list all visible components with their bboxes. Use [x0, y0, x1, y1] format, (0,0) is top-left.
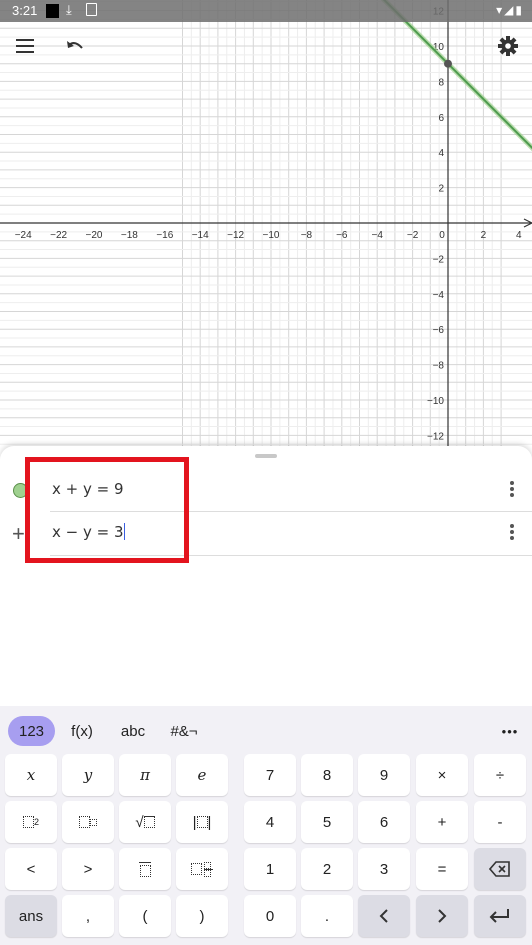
key-right-arrow[interactable] — [416, 895, 468, 937]
x-tick-label: −8 — [301, 230, 313, 241]
y-tick-label: −8 — [433, 361, 445, 372]
x-tick-label: −22 — [50, 230, 67, 241]
y-tick-label: 8 — [438, 77, 444, 88]
key-power[interactable] — [62, 801, 114, 843]
y-tick-label: 2 — [438, 184, 444, 195]
undo-button[interactable] — [55, 26, 95, 66]
key-5[interactable]: 5 — [301, 801, 353, 843]
x-tick-label: −10 — [263, 230, 280, 241]
key-ans[interactable]: ans — [5, 895, 57, 937]
y-tick-label: −6 — [433, 325, 445, 336]
status-bar: 3:21 ⤓ ▾◢▮ — [0, 0, 532, 22]
undo-icon — [67, 41, 83, 49]
download-icon: ⤓ — [66, 2, 72, 17]
x-tick-label: −20 — [86, 230, 103, 241]
x-tick-label: −4 — [371, 230, 383, 241]
key-mixed-fraction[interactable] — [176, 848, 228, 890]
key-open-paren[interactable]: ( — [119, 895, 171, 937]
chevron-left-icon — [379, 909, 388, 923]
y-tick-label: −4 — [433, 290, 445, 301]
key-8[interactable]: 8 — [301, 754, 353, 796]
key-enter[interactable] — [474, 895, 526, 937]
x-tick-label: 0 — [439, 230, 445, 241]
y-tick-label: −10 — [427, 396, 444, 407]
x-tick-label: −6 — [336, 230, 348, 241]
row-1-more-icon[interactable] — [508, 478, 516, 500]
key-greater-than[interactable]: > — [62, 848, 114, 890]
drag-handle[interactable] — [255, 454, 277, 458]
app-notification-icon — [86, 3, 97, 16]
backspace-icon — [489, 861, 510, 877]
key-3[interactable]: 3 — [358, 848, 410, 890]
tab-123[interactable]: 123 — [8, 716, 55, 746]
key-multiply[interactable]: × — [416, 754, 468, 796]
key-close-paren[interactable]: ) — [176, 895, 228, 937]
key-comma[interactable]: , — [62, 895, 114, 937]
x-tick-label: −12 — [227, 230, 244, 241]
status-time: 3:21 — [12, 3, 38, 18]
x-tick-label: −18 — [121, 230, 138, 241]
key-plus[interactable]: + — [416, 801, 468, 843]
graphics-view[interactable]: −24−22−20−18−16−14−12−10−8−6−4−202412108… — [0, 0, 532, 450]
settings-icon — [498, 36, 518, 56]
enter-icon — [489, 909, 509, 923]
key-backspace[interactable] — [474, 848, 526, 890]
settings-button[interactable] — [488, 26, 528, 66]
graph-canvas[interactable]: −24−22−20−18−16−14−12−10−8−6−4−202412108… — [0, 0, 532, 450]
tab-fx[interactable]: f(x) — [60, 716, 104, 746]
key-left-arrow[interactable] — [358, 895, 410, 937]
key-minus[interactable]: - — [474, 801, 526, 843]
text-cursor — [123, 523, 126, 540]
key-sqrt[interactable]: √ — [119, 801, 171, 843]
x-tick-label: 2 — [481, 230, 487, 241]
x-tick-label: −2 — [407, 230, 419, 241]
key-less-than[interactable]: < — [5, 848, 57, 890]
key-fraction[interactable] — [119, 848, 171, 890]
key-divide[interactable]: ÷ — [474, 754, 526, 796]
key-2[interactable]: 2 — [301, 848, 353, 890]
key-square[interactable]: 2 — [5, 801, 57, 843]
chevron-right-icon — [438, 909, 447, 923]
expression-1[interactable]: x + y = 9 — [52, 480, 124, 498]
x-tick-label: 4 — [516, 230, 522, 241]
menu-icon — [16, 39, 34, 53]
algebra-row-2[interactable]: x − y = 3 — [0, 511, 532, 555]
row-2-more-icon[interactable] — [508, 521, 516, 543]
key-abs[interactable]: | | — [176, 801, 228, 843]
algebra-view: x + y = 9 + x − y = 3 — [0, 446, 532, 706]
tab-abc[interactable]: abc — [112, 716, 154, 746]
math-keyboard: 123 f(x) abc #&¬ ••• x y π e 2 √ | | < > … — [0, 706, 532, 945]
y-tick-label: 4 — [438, 148, 444, 159]
expression-2: x − y = 3 — [52, 523, 124, 541]
key-decimal[interactable]: . — [301, 895, 353, 937]
key-e[interactable]: e — [176, 754, 228, 796]
notification-icon — [46, 4, 59, 18]
key-7[interactable]: 7 — [244, 754, 296, 796]
x-tick-label: −14 — [192, 230, 209, 241]
y-tick-label: −2 — [433, 254, 445, 265]
tab-symbols[interactable]: #&¬ — [162, 716, 206, 746]
key-4[interactable]: 4 — [244, 801, 296, 843]
expression-input[interactable]: x − y = 3 — [52, 523, 126, 541]
key-6[interactable]: 6 — [358, 801, 410, 843]
key-0[interactable]: 0 — [244, 895, 296, 937]
y-tick-label: −12 — [427, 431, 444, 442]
key-pi[interactable]: π — [119, 754, 171, 796]
key-1[interactable]: 1 — [244, 848, 296, 890]
system-status-icons: ▾◢▮ — [496, 3, 524, 17]
key-9[interactable]: 9 — [358, 754, 410, 796]
row-divider — [50, 555, 532, 556]
key-y[interactable]: y — [62, 754, 114, 796]
intercept-point — [444, 59, 452, 68]
key-equals[interactable]: = — [416, 848, 468, 890]
x-tick-label: −16 — [156, 230, 173, 241]
more-keys-button[interactable]: ••• — [494, 716, 526, 746]
y-tick-label: 6 — [438, 113, 444, 124]
menu-button[interactable] — [5, 26, 45, 66]
x-tick-label: −24 — [15, 230, 32, 241]
algebra-row-1[interactable]: x + y = 9 — [0, 468, 532, 512]
key-x[interactable]: x — [5, 754, 57, 796]
